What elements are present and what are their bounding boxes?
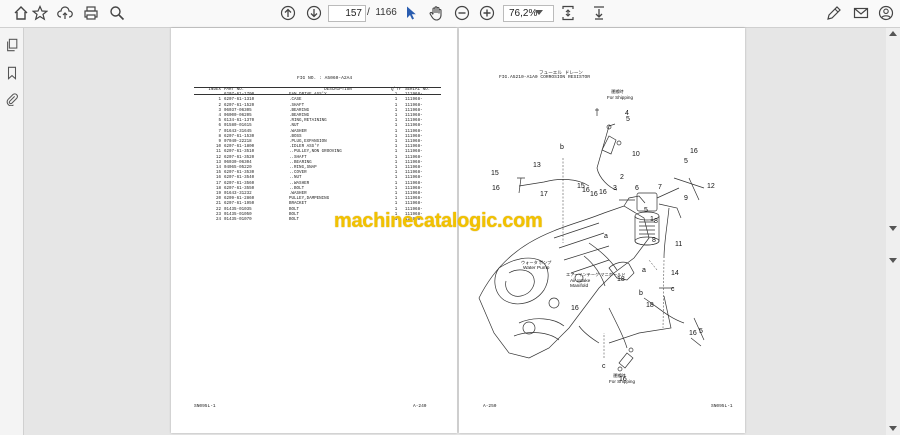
search-icon[interactable] [107, 3, 127, 23]
callout-number: 16 [571, 305, 579, 312]
fig-title: FIG NO. : A5060-A2A4 [297, 76, 353, 81]
callout-number: 18 [646, 302, 654, 309]
callout-number: 10 [632, 151, 640, 158]
row-part-no: 01435-01070 [224, 218, 252, 223]
footer-right: A-240 [413, 404, 427, 409]
callout-number: 11 [675, 241, 682, 248]
hand-tool-icon[interactable] [426, 3, 446, 23]
print-icon[interactable] [81, 3, 101, 23]
home-icon[interactable] [11, 3, 31, 23]
select-cursor-icon[interactable] [401, 3, 421, 23]
callout-number: 12 [707, 183, 715, 190]
watermark-text: machinecatalogic.com [334, 210, 543, 232]
callout-number: 16 [689, 330, 697, 337]
account-icon[interactable] [876, 3, 896, 23]
zoom-level-select[interactable]: 76,2% [503, 5, 554, 22]
callout-number: 13 [533, 162, 541, 169]
footer-right: SN095L-1 [711, 404, 733, 409]
callout-number: 7 [658, 184, 662, 191]
reference-letter: b [560, 144, 564, 151]
callout-number: 14 [671, 270, 679, 277]
sign-pen-icon[interactable] [824, 3, 844, 23]
footer-left: SN095L-1 [194, 404, 216, 409]
parts-table: INDEX PART NO. DESCRIPTION Q'TY SERIAL N… [194, 88, 445, 223]
air-intake-label-2: Manifold [570, 283, 588, 289]
zoom-out-icon[interactable] [452, 3, 472, 23]
callout-number: 6 [635, 185, 639, 192]
shipping-label-jp-top: 運搬時 [611, 88, 624, 95]
download-icon[interactable] [589, 3, 609, 23]
zoom-in-icon[interactable] [477, 3, 497, 23]
callout-number: 15 [577, 183, 585, 190]
top-toolbar: / 1166 76,2% [0, 0, 900, 28]
callout-number: 16 [599, 189, 607, 196]
left-sidebar [0, 28, 24, 435]
scroll-down-arrow-icon[interactable] [889, 426, 897, 431]
scroll-page-marker-icon[interactable] [889, 226, 897, 231]
callout-number: 3 [613, 185, 617, 192]
table-rule [194, 94, 441, 95]
callout-number: 16 [690, 148, 698, 155]
attachments-paperclip-icon[interactable] [3, 90, 20, 107]
callout-number: 9 [684, 195, 688, 202]
shipping-label-top: For Shipping [607, 95, 633, 100]
callout-number: 5 [699, 328, 703, 335]
scroll-up-arrow-icon[interactable] [889, 31, 897, 36]
page-number-input[interactable] [328, 5, 366, 22]
previous-page-icon[interactable] [278, 3, 298, 23]
shipping-label-bottom: For Shipping [609, 379, 635, 384]
callout-number: 5 [626, 116, 630, 123]
next-page-icon[interactable] [304, 3, 324, 23]
page-count: / 1166 [367, 7, 397, 18]
callout-number: 8 [654, 218, 658, 225]
reference-letter: c [602, 363, 606, 370]
callout-number: 17 [540, 191, 548, 198]
vertical-scrollbar[interactable] [886, 28, 900, 435]
bookmarks-panel-icon[interactable] [3, 64, 20, 81]
page-fit-icon[interactable] [558, 3, 578, 23]
reference-letter: a [642, 267, 646, 274]
callout-number: 16 [492, 185, 500, 192]
footer-left: A-250 [483, 404, 497, 409]
water-pump-label-jp: ウォータ ポンプ [521, 259, 552, 266]
reference-letter: c [671, 286, 675, 293]
upload-cloud-icon[interactable] [55, 3, 75, 23]
reference-letter: b [639, 290, 643, 297]
table-row: 11 6207-61-3510 ..PULLEY,NON GROOVING 1 1119… [194, 150, 445, 155]
water-pump-label: Water Pump [523, 265, 550, 271]
callout-number: 16 [590, 191, 598, 198]
pages-panel-icon[interactable] [3, 36, 20, 53]
callout-number: 18 [617, 276, 625, 283]
callout-number: 5 [644, 207, 648, 214]
row-index: 24 [215, 218, 221, 223]
bookmark-star-icon[interactable] [30, 3, 50, 23]
reference-letter: a [604, 233, 608, 240]
callout-number: 2 [620, 174, 624, 181]
shipping-label-jp-bottom: 運搬時 [613, 372, 626, 379]
callout-number: 8 [652, 237, 656, 244]
callout-number: 5 [684, 158, 688, 165]
scroll-page-marker-icon[interactable] [889, 258, 897, 263]
chevron-down-icon[interactable] [535, 10, 543, 15]
callout-number: 15 [491, 170, 499, 177]
mail-icon[interactable] [851, 3, 871, 23]
